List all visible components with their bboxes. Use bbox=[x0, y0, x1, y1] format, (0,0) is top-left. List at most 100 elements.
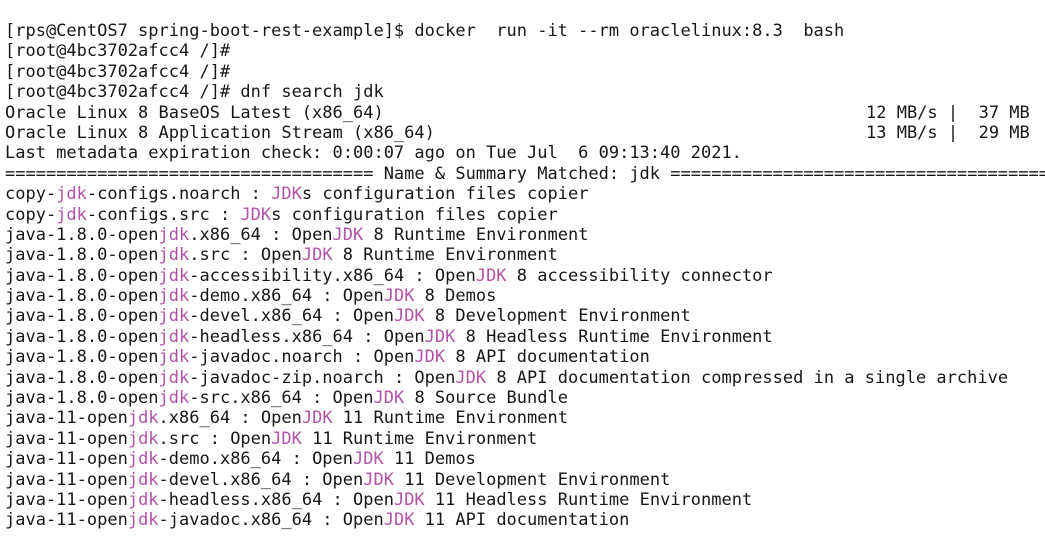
terminal-text: s configuration files copier bbox=[301, 184, 589, 205]
terminal-line: java-1.8.0-openjdk-demo.x86_64 : OpenJDK… bbox=[5, 286, 1045, 306]
search-match-highlight: jdk bbox=[127, 428, 159, 449]
terminal-text: 11 Runtime Environment bbox=[332, 408, 568, 429]
terminal-line: java-11-openjdk-demo.x86_64 : OpenJDK 11… bbox=[5, 449, 1045, 469]
terminal-text: java-1.8.0-open bbox=[5, 265, 159, 286]
terminal-text: Oracle Linux 8 Application Stream (x86_6… bbox=[5, 122, 435, 143]
search-match-highlight: JDK bbox=[271, 184, 302, 205]
search-match-highlight: jdk bbox=[158, 326, 190, 347]
search-match-highlight: jdk bbox=[127, 408, 159, 429]
search-match-highlight: JDK bbox=[383, 510, 415, 531]
terminal-line: copy-jdk-configs.src : JDKs configuratio… bbox=[5, 205, 1045, 225]
terminal-text: java-1.8.0-open bbox=[5, 224, 159, 245]
terminal-line: [root@4bc3702afcc4 /]# bbox=[5, 62, 1045, 82]
terminal-text: -accessibility.x86_64 : Open bbox=[189, 265, 476, 286]
terminal-text: java-1.8.0-open bbox=[5, 245, 159, 266]
terminal-text: [root@4bc3702afcc4 /]# bbox=[5, 41, 231, 62]
terminal-text: java-1.8.0-open bbox=[5, 388, 159, 409]
search-match-highlight: jdk bbox=[127, 510, 159, 531]
search-match-highlight: jdk bbox=[127, 469, 159, 490]
terminal-text: s configuration files copier bbox=[271, 204, 558, 225]
terminal-line: java-11-openjdk-devel.x86_64 : OpenJDK 1… bbox=[5, 470, 1045, 490]
terminal-text: java-1.8.0-open bbox=[5, 306, 159, 327]
terminal-line: java-1.8.0-openjdk-devel.x86_64 : OpenJD… bbox=[5, 306, 1045, 326]
search-match-highlight: jdk bbox=[158, 245, 190, 266]
terminal-line: java-11-openjdk.src : OpenJDK 11 Runtime… bbox=[5, 429, 1045, 449]
terminal-text: ==================================== Nam… bbox=[5, 163, 1045, 184]
terminal-text: java-11-open bbox=[5, 428, 128, 449]
search-match-highlight: jdk bbox=[158, 224, 190, 245]
search-match-highlight: JDK bbox=[301, 245, 333, 266]
terminal-text: -devel.x86_64 : Open bbox=[158, 469, 364, 490]
search-match-highlight: JDK bbox=[455, 367, 487, 388]
terminal-text: -demo.x86_64 : Open bbox=[189, 286, 384, 307]
terminal-text: -headless.x86_64 : Open bbox=[189, 326, 425, 347]
search-match-highlight: JDK bbox=[301, 408, 333, 429]
terminal-text: [root@4bc3702afcc4 /]# bbox=[5, 61, 231, 82]
terminal-line: [root@4bc3702afcc4 /]# bbox=[5, 41, 1045, 61]
terminal-text: java-11-open bbox=[5, 449, 128, 470]
terminal-line: java-1.8.0-openjdk.x86_64 : OpenJDK 8 Ru… bbox=[5, 225, 1045, 245]
terminal-text: copy- bbox=[5, 204, 57, 225]
terminal-text: -javadoc.x86_64 : Open bbox=[158, 510, 384, 531]
terminal-output: [rps@CentOS7 spring-boot-rest-example]$ … bbox=[5, 0, 1045, 531]
terminal-line: Last metadata expiration check: 0:00:07 … bbox=[5, 143, 1045, 163]
terminal-text: -headless.x86_64 : Open bbox=[158, 489, 394, 510]
terminal-text: 11 Demos bbox=[383, 449, 476, 470]
search-match-highlight: jdk bbox=[56, 184, 87, 205]
terminal-line: java-11-openjdk-javadoc.x86_64 : OpenJDK… bbox=[5, 510, 1045, 530]
terminal-text: 8 API documentation bbox=[445, 347, 650, 368]
terminal-text: java-1.8.0-open bbox=[5, 286, 159, 307]
terminal-text: java-11-open bbox=[5, 408, 128, 429]
terminal-line: [root@4bc3702afcc4 /]# dnf search jdk bbox=[5, 82, 1045, 102]
terminal-line: java-1.8.0-openjdk-headless.x86_64 : Ope… bbox=[5, 327, 1045, 347]
terminal-text: 11 Runtime Environment bbox=[301, 428, 538, 449]
search-match-highlight: jdk bbox=[158, 388, 190, 409]
terminal-text: 11 Headless Runtime Environment bbox=[424, 489, 753, 510]
search-match-highlight: jdk bbox=[158, 347, 190, 368]
search-match-highlight: JDK bbox=[353, 449, 384, 470]
terminal-line: java-1.8.0-openjdk-src.x86_64 : OpenJDK … bbox=[5, 388, 1045, 408]
terminal-line: java-1.8.0-openjdk-javadoc-zip.noarch : … bbox=[5, 368, 1045, 388]
terminal-text: java-1.8.0-open bbox=[5, 347, 159, 368]
terminal-text: Last metadata expiration check: 0:00:07 … bbox=[5, 143, 742, 164]
terminal-line: [rps@CentOS7 spring-boot-rest-example]$ … bbox=[5, 21, 1045, 41]
terminal-text: 8 Source Bundle bbox=[404, 388, 568, 409]
search-match-highlight: jdk bbox=[158, 265, 190, 286]
terminal-text: 8 Runtime Environment bbox=[332, 245, 558, 266]
terminal-line: Oracle Linux 8 Application Stream (x86_6… bbox=[5, 123, 1045, 143]
search-match-highlight: JDK bbox=[383, 286, 415, 307]
terminal-text: 11 API documentation bbox=[414, 510, 630, 531]
terminal-text: .src : Open bbox=[158, 428, 272, 449]
terminal-text: -javadoc-zip.noarch : Open bbox=[189, 367, 456, 388]
search-match-highlight: jdk bbox=[127, 489, 159, 510]
terminal-text: Oracle Linux 8 BaseOS Latest (x86_64) bbox=[5, 102, 384, 123]
search-match-highlight: jdk bbox=[158, 286, 190, 307]
terminal-text: -configs.noarch : bbox=[86, 184, 272, 205]
search-match-highlight: jdk bbox=[127, 449, 159, 470]
terminal-text: 8 Development Environment bbox=[424, 306, 691, 327]
search-match-highlight: JDK bbox=[414, 347, 446, 368]
terminal-text: -configs.src : bbox=[86, 204, 241, 225]
search-match-highlight: jdk bbox=[56, 204, 87, 225]
search-match-highlight: JDK bbox=[393, 306, 425, 327]
search-match-highlight: JDK bbox=[271, 428, 302, 449]
download-stats: 13 MB/s | 29 MB bbox=[866, 122, 1030, 143]
terminal-line: java-11-openjdk.x86_64 : OpenJDK 11 Runt… bbox=[5, 408, 1045, 428]
terminal-line: java-11-openjdk-headless.x86_64 : OpenJD… bbox=[5, 490, 1045, 510]
terminal-text: copy- bbox=[5, 184, 57, 205]
terminal-text: java-11-open bbox=[5, 510, 128, 531]
terminal-text: .x86_64 : Open bbox=[158, 408, 302, 429]
terminal-text: -demo.x86_64 : Open bbox=[158, 449, 354, 470]
search-match-highlight: JDK bbox=[363, 469, 394, 490]
terminal-text: 11 Development Environment bbox=[393, 469, 671, 490]
search-match-highlight: JDK bbox=[373, 388, 405, 409]
terminal-text: .src : Open bbox=[189, 245, 302, 266]
download-stats: 12 MB/s | 37 MB bbox=[866, 102, 1030, 123]
terminal-line: java-1.8.0-openjdk-accessibility.x86_64 … bbox=[5, 266, 1045, 286]
search-match-highlight: JDK bbox=[475, 265, 507, 286]
terminal-text: java-11-open bbox=[5, 469, 128, 490]
terminal-line: Oracle Linux 8 BaseOS Latest (x86_64) 12 … bbox=[5, 103, 1045, 123]
terminal-text: -devel.x86_64 : Open bbox=[189, 306, 394, 327]
terminal-line: java-1.8.0-openjdk-javadoc.noarch : Open… bbox=[5, 347, 1045, 367]
terminal-window[interactable]: [rps@CentOS7 spring-boot-rest-example]$ … bbox=[0, 0, 1045, 537]
